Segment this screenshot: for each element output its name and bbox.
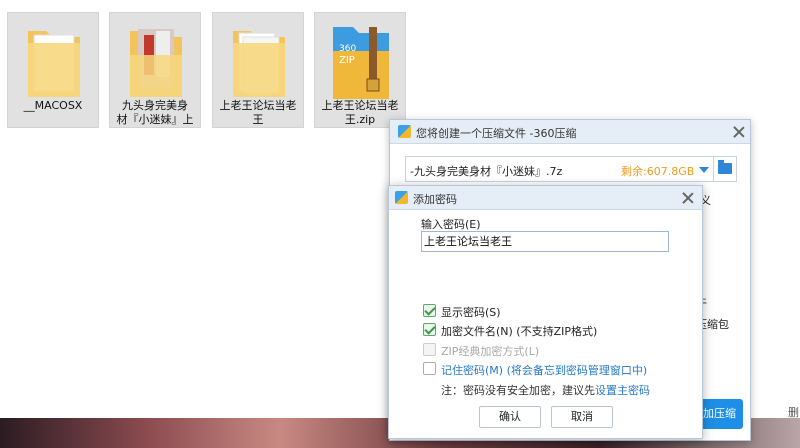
add-password-dialog: 添加密码 输入密码(E) 上老王论坛当老王 显示密码(S) 加密文件名(N) (…	[388, 185, 703, 439]
password-dialog-titlebar[interactable]: 添加密码	[389, 186, 702, 210]
360-zip-app-icon	[398, 125, 411, 138]
remember-password-checkbox[interactable]	[423, 362, 436, 375]
compress-dialog-title: 您将创建一个压缩文件 -360压缩	[416, 127, 577, 140]
close-icon[interactable]	[681, 191, 695, 205]
encrypt-filenames-label[interactable]: 加密文件名(N) (不支持ZIP格式)	[441, 323, 597, 339]
desktop-item-macosx-folder[interactable]: __MACOSX	[7, 12, 99, 128]
password-input[interactable]: 上老王论坛当老王	[421, 231, 669, 252]
browse-folder-icon[interactable]	[718, 160, 732, 174]
desktop-corner-glyph: 删	[788, 406, 799, 419]
zip-classic-encryption-checkbox	[423, 343, 436, 356]
security-note: 注：密码没有安全加密，建议先设置主密码	[441, 382, 650, 398]
security-note-text: 注：密码没有安全加密，建议先	[441, 384, 595, 397]
desktop-item-photo-folder[interactable]: 九头身完美身 材『小迷妹』上	[109, 12, 201, 128]
zip-classic-encryption-label: ZIP经典加密方式(L)	[441, 345, 540, 358]
password-dialog-title: 添加密码	[413, 193, 457, 206]
svg-text:360: 360	[339, 44, 356, 54]
desktop-item-label: __MACOSX	[23, 99, 83, 112]
desktop-item-folder[interactable]: 上老王论坛当老 王	[212, 12, 304, 128]
photo-folder-icon	[130, 29, 182, 97]
chevron-down-icon[interactable]	[699, 167, 709, 173]
archive-filename[interactable]: -九头身完美身材『小迷妹』.7z	[410, 163, 562, 179]
desktop-item-zip-file[interactable]: 360 ZIP 上老王论坛当老 王.zip	[314, 12, 406, 128]
show-password-label[interactable]: 显示密码(S)	[441, 304, 501, 320]
remember-password-label[interactable]: 记住密码(M) (将会备忘到密码管理窗口中)	[441, 362, 647, 378]
folder-icon	[233, 31, 285, 97]
password-input-label: 输入密码(E)	[421, 218, 481, 231]
desktop-item-label: 九头身完美身 材『小迷妹』上	[116, 99, 194, 126]
compress-now-button[interactable]: 加压缩	[699, 399, 743, 429]
free-space-label: 剩余:607.8GB	[621, 165, 695, 178]
confirm-button[interactable]: 确认	[479, 406, 541, 428]
folder-icon	[28, 31, 80, 97]
divider	[713, 157, 714, 181]
desktop-item-label: 上老王论坛当老 王	[219, 99, 297, 126]
compress-dialog-titlebar[interactable]: 您将创建一个压缩文件 -360压缩	[390, 120, 750, 144]
svg-text:ZIP: ZIP	[339, 55, 355, 66]
show-password-checkbox[interactable]	[423, 304, 436, 317]
zip-archive-icon: 360 ZIP	[333, 27, 389, 99]
set-master-password-link[interactable]: 设置主密码	[595, 384, 650, 397]
close-icon[interactable]	[732, 125, 746, 139]
archive-path-field[interactable]: -九头身完美身材『小迷妹』.7z 剩余:607.8GB	[405, 156, 737, 182]
encrypt-filenames-checkbox[interactable]	[423, 323, 436, 336]
360-zip-app-icon	[395, 191, 408, 204]
cancel-button[interactable]: 取消	[551, 406, 613, 428]
